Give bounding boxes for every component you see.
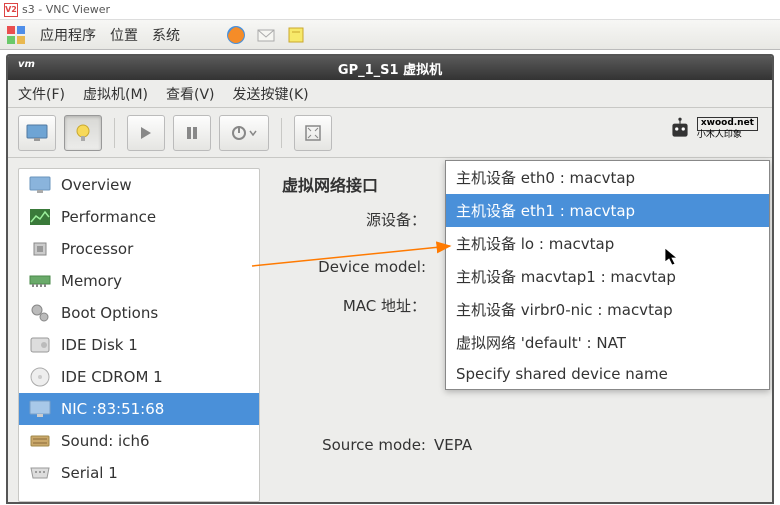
vm-menubar: 文件(F) 虚拟机(M) 查看(V) 发送按键(K): [8, 80, 772, 108]
sidebar: Overview Performance Processor Memory Bo…: [8, 158, 268, 502]
menu-view[interactable]: 查看(V): [166, 84, 215, 104]
vm-logo-icon: vm: [18, 59, 38, 75]
sidebar-item-boot[interactable]: Boot Options: [19, 297, 259, 329]
sidebar-item-label: Performance: [61, 208, 156, 226]
disk-icon: [29, 334, 51, 356]
memory-icon: [29, 270, 51, 292]
notes-icon[interactable]: [286, 25, 306, 45]
row-source-mode: Source mode: VEPA: [282, 430, 762, 460]
robot-icon: [667, 116, 693, 142]
cdrom-icon: [29, 366, 51, 388]
sidebar-item-nic[interactable]: NIC :83:51:68: [19, 393, 259, 425]
shutdown-button[interactable]: [219, 115, 269, 151]
label-source-mode: Source mode:: [282, 436, 434, 454]
label-mac: MAC 地址：: [282, 295, 434, 316]
sidebar-item-label: Boot Options: [61, 304, 158, 322]
value-source-mode: VEPA: [434, 436, 472, 454]
menu-vm[interactable]: 虚拟机(M): [83, 84, 148, 104]
sidebar-item-serial[interactable]: Serial 1: [19, 457, 259, 489]
dropdown-option[interactable]: 主机设备 eth1 : macvtap: [446, 194, 769, 227]
sidebar-item-overview[interactable]: Overview: [19, 169, 259, 201]
fullscreen-icon: [305, 125, 321, 141]
brand-top: xwood.net: [697, 117, 758, 131]
hardware-list[interactable]: Overview Performance Processor Memory Bo…: [18, 168, 260, 502]
chevron-down-icon: [249, 130, 257, 136]
fullscreen-button[interactable]: [294, 115, 332, 151]
menu-applications[interactable]: 应用程序: [40, 25, 96, 45]
sidebar-item-processor[interactable]: Processor: [19, 233, 259, 265]
cpu-icon: [29, 238, 51, 260]
perf-icon: [29, 206, 51, 228]
sidebar-item-label: NIC :83:51:68: [61, 400, 164, 418]
power-icon: [231, 125, 247, 141]
bulb-icon: [73, 123, 93, 143]
vm-window: vm GP_1_S1 虚拟机 文件(F) 虚拟机(M) 查看(V) 发送按键(K…: [6, 54, 774, 504]
dropdown-option[interactable]: 主机设备 macvtap1 : macvtap: [446, 260, 769, 293]
sidebar-item-sound[interactable]: Sound: ich6: [19, 425, 259, 457]
sidebar-item-label: IDE Disk 1: [61, 336, 138, 354]
monitor-icon: [29, 174, 51, 196]
sidebar-item-label: Serial 1: [61, 464, 118, 482]
console-button[interactable]: [18, 115, 56, 151]
label-device-model: Device model:: [282, 258, 434, 276]
host-title: s3 - VNC Viewer: [22, 3, 110, 16]
pause-button[interactable]: [173, 115, 211, 151]
sidebar-item-disk[interactable]: IDE Disk 1: [19, 329, 259, 361]
vm-title: GP_1_S1 虚拟机: [338, 59, 442, 78]
sidebar-item-label: Processor: [61, 240, 133, 258]
dropdown-option[interactable]: 主机设备 eth0 : macvtap: [446, 161, 769, 194]
menu-places[interactable]: 位置: [110, 25, 138, 45]
nic-icon: [29, 398, 51, 420]
brand-logo: xwood.net 小木人印象: [667, 116, 758, 142]
gears-icon: [29, 302, 51, 324]
apps-menu-icon: [6, 25, 26, 45]
firefox-icon[interactable]: [226, 25, 246, 45]
dropdown-option[interactable]: 主机设备 lo : macvtap: [446, 227, 769, 260]
sound-icon: [29, 430, 51, 452]
menu-sendkey[interactable]: 发送按键(K): [233, 84, 309, 104]
menu-system[interactable]: 系统: [152, 25, 180, 45]
tray: [226, 25, 306, 45]
host-titlebar: V2 s3 - VNC Viewer: [0, 0, 780, 20]
gnome-panel: 应用程序 位置 系统: [0, 20, 780, 50]
sidebar-item-label: Sound: ich6: [61, 432, 150, 450]
dropdown-option[interactable]: Specify shared device name: [446, 359, 769, 389]
sidebar-item-memory[interactable]: Memory: [19, 265, 259, 297]
sidebar-item-cdrom[interactable]: IDE CDROM 1: [19, 361, 259, 393]
play-icon: [139, 126, 153, 140]
run-button[interactable]: [127, 115, 165, 151]
sidebar-item-label: IDE CDROM 1: [61, 368, 163, 386]
cursor-icon: [664, 247, 680, 267]
sidebar-item-performance[interactable]: Performance: [19, 201, 259, 233]
vm-titlebar: vm GP_1_S1 虚拟机: [8, 56, 772, 80]
menu-file[interactable]: 文件(F): [18, 84, 65, 104]
sidebar-item-label: Overview: [61, 176, 132, 194]
source-device-dropdown[interactable]: 主机设备 eth0 : macvtap 主机设备 eth1 : macvtap …: [445, 160, 770, 390]
vnc-icon: V2: [4, 3, 18, 17]
vm-toolbar: xwood.net 小木人印象: [8, 108, 772, 158]
detail-pane: 虚拟网络接口 源设备： Device model: MAC 地址： Source…: [268, 158, 772, 502]
dropdown-option[interactable]: 主机设备 virbr0-nic : macvtap: [446, 293, 769, 326]
dropdown-option[interactable]: 虚拟网络 'default' : NAT: [446, 326, 769, 359]
monitor-icon: [26, 124, 48, 142]
brand-bottom: 小木人印象: [697, 131, 758, 141]
sidebar-item-label: Memory: [61, 272, 122, 290]
pause-icon: [185, 126, 199, 140]
label-source-device: 源设备：: [282, 209, 434, 230]
details-button[interactable]: [64, 115, 102, 151]
vm-content: Overview Performance Processor Memory Bo…: [8, 158, 772, 502]
mail-icon[interactable]: [256, 25, 276, 45]
serial-icon: [29, 462, 51, 484]
